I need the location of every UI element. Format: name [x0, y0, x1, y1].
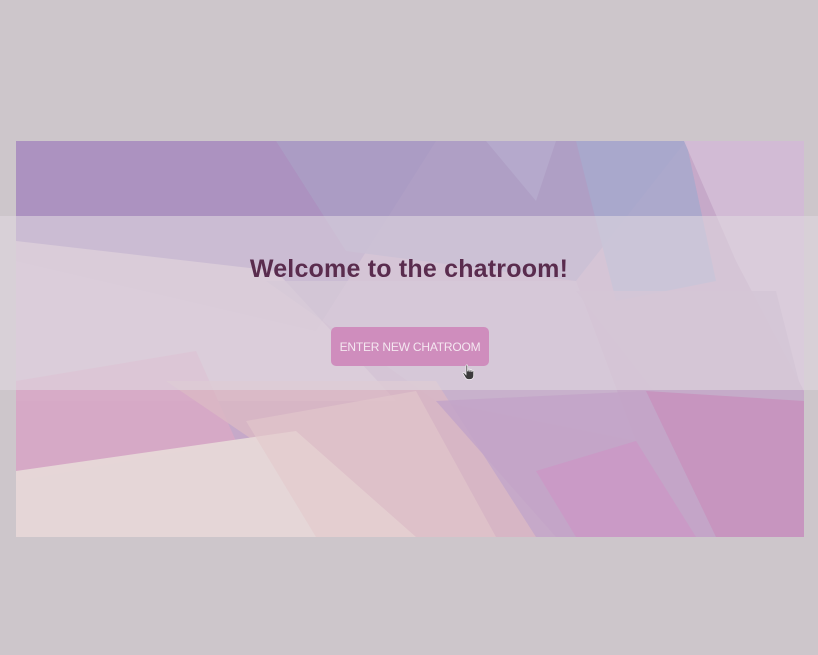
page: Welcome to the chatroom! ENTER NEW CHATR… [0, 0, 818, 655]
enter-new-chatroom-button[interactable]: ENTER NEW CHATROOM [331, 327, 489, 366]
page-title: Welcome to the chatroom! [249, 255, 569, 283]
hand-pointer-icon [462, 364, 476, 381]
